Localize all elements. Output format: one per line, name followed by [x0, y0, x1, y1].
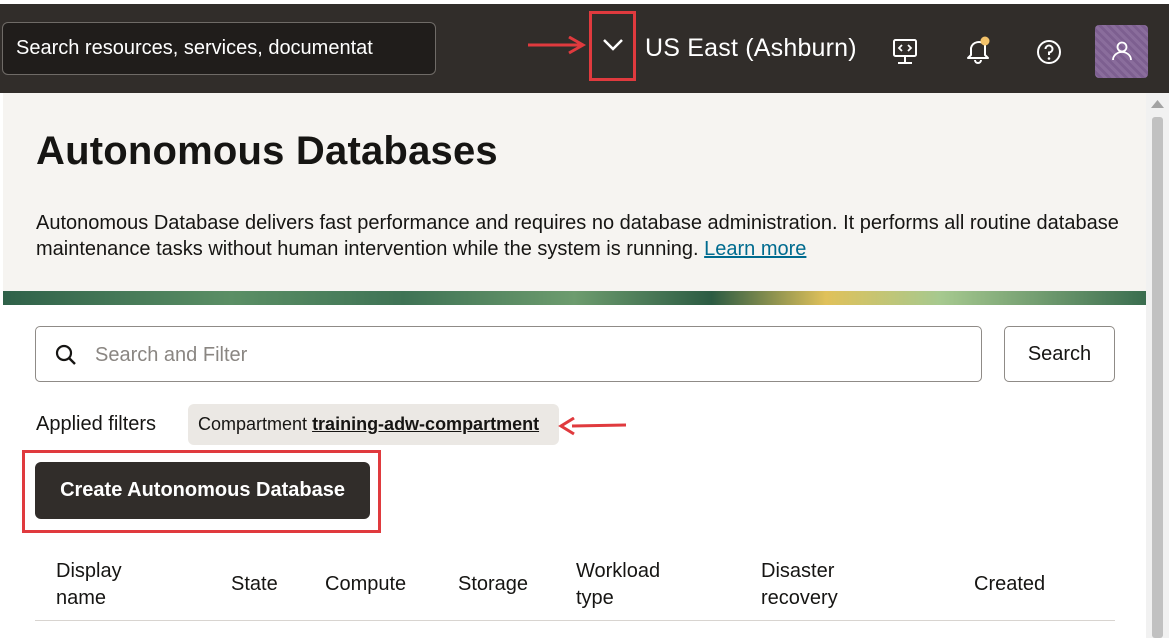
chip-key: Compartment [198, 414, 308, 434]
help-icon[interactable] [1035, 38, 1063, 66]
table-header-row: Display name State Compute Storage Workl… [35, 551, 1115, 621]
column-header-disaster-recovery[interactable]: Disaster recovery [761, 558, 838, 612]
page-title: Autonomous Databases [36, 129, 498, 173]
column-header-line: recovery [761, 587, 838, 609]
column-header-state[interactable]: State [231, 571, 278, 598]
hero-section: Autonomous Databases Autonomous Database… [3, 93, 1146, 291]
annotation-arrow-icon [528, 36, 587, 55]
column-header-line: Workload [576, 560, 661, 582]
search-button[interactable]: Search [1004, 326, 1115, 382]
column-header-line: Display [56, 560, 122, 582]
column-header-created[interactable]: Created [974, 571, 1045, 598]
search-filter-input[interactable] [93, 337, 967, 373]
column-header-line: name [56, 587, 107, 609]
search-icon [55, 344, 76, 365]
column-header-line: State [231, 573, 278, 595]
column-header-line: type [576, 587, 614, 609]
top-navigation-bar: Search resources, services, documentat U… [0, 0, 1169, 93]
region-selector-button[interactable] [589, 11, 636, 81]
create-autonomous-database-button[interactable]: Create Autonomous Database [35, 462, 370, 519]
notifications-bell-icon[interactable] [965, 35, 993, 65]
profile-avatar-icon[interactable] [1095, 25, 1148, 78]
column-header-display-name[interactable]: Display name [56, 558, 122, 612]
decorative-banner [3, 291, 1146, 305]
user-icon [1112, 41, 1132, 61]
column-header-line: Storage [458, 573, 529, 595]
column-header-workload-type[interactable]: Workload type [576, 558, 660, 612]
column-header-compute[interactable]: Compute [325, 571, 406, 598]
column-header-line: Created [974, 573, 1046, 595]
chevron-down-icon [603, 39, 623, 51]
page-description: Autonomous Database delivers fast perfor… [36, 210, 1126, 262]
region-label[interactable]: US East (Ashburn) [645, 34, 857, 63]
vertical-scrollbar[interactable] [1146, 93, 1169, 638]
applied-filters-label: Applied filters [36, 413, 157, 435]
annotation-arrow-icon [558, 417, 627, 436]
column-header-line: Compute [325, 573, 407, 595]
compartment-filter-chip[interactable]: Compartment training-adw-compartment [188, 404, 559, 445]
learn-more-link[interactable]: Learn more [704, 238, 806, 260]
scroll-up-arrow-icon[interactable] [1150, 99, 1165, 109]
search-filter-field[interactable] [35, 326, 982, 382]
cloud-shell-icon[interactable] [892, 38, 918, 66]
global-search-input[interactable]: Search resources, services, documentat [2, 22, 436, 75]
chip-value-link[interactable]: training-adw-compartment [312, 414, 539, 434]
column-header-storage[interactable]: Storage [458, 571, 528, 598]
table-divider [35, 620, 1115, 621]
description-text: Autonomous Database delivers fast perfor… [36, 212, 1119, 260]
scrollbar-thumb[interactable] [1152, 117, 1163, 638]
main-content: Autonomous Databases Autonomous Database… [3, 93, 1146, 638]
column-header-line: Disaster [761, 560, 835, 582]
